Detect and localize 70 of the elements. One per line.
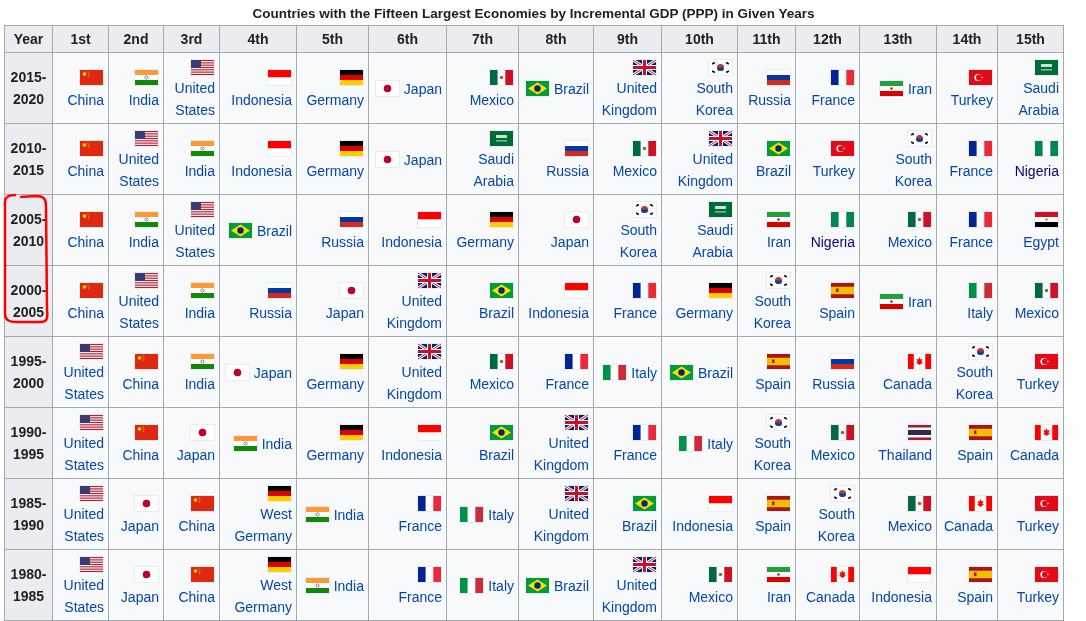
- country-link[interactable]: India: [184, 372, 215, 395]
- column-header: 13th: [859, 25, 937, 53]
- column-header: 2nd: [108, 25, 164, 53]
- country-link[interactable]: India: [128, 230, 159, 253]
- year-cell: 2010-2015: [4, 123, 53, 195]
- country-link[interactable]: France: [545, 372, 589, 395]
- country-link[interactable]: France: [398, 514, 442, 537]
- column-header: 10th: [661, 25, 738, 53]
- country-link[interactable]: Brazil: [479, 443, 514, 466]
- country-link[interactable]: Mexico: [469, 372, 514, 395]
- year-cell: 1995-2000: [4, 336, 53, 408]
- column-header: 6th: [368, 25, 447, 53]
- country-link[interactable]: Japan: [325, 301, 364, 324]
- country-link[interactable]: Russia: [321, 230, 364, 253]
- country-link[interactable]: Brazil: [756, 159, 791, 182]
- column-header: 3rd: [163, 25, 220, 53]
- country-link[interactable]: Spain: [957, 585, 993, 608]
- country-link[interactable]: Mexico: [688, 585, 733, 608]
- country-link[interactable]: Japan: [403, 148, 442, 171]
- country-link[interactable]: Italy: [488, 503, 514, 526]
- column-header: 11th: [737, 25, 796, 53]
- year-cell: 1985-1990: [4, 478, 53, 550]
- column-header: 4th: [219, 25, 297, 53]
- country-link[interactable]: Brazil: [698, 361, 733, 384]
- country-link[interactable]: India: [184, 159, 215, 182]
- country-link[interactable]: India: [128, 88, 159, 111]
- country-link[interactable]: Japan: [403, 77, 442, 100]
- column-header: 15th: [997, 25, 1064, 53]
- country-link[interactable]: Spain: [819, 301, 855, 324]
- table-caption: Countries with the Fifteen Largest Economies by Incremental GDP (PPP) in Given Years: [252, 6, 815, 21]
- country-link[interactable]: Iran: [766, 585, 791, 608]
- country-link[interactable]: Italy: [707, 432, 733, 455]
- country-link[interactable]: India: [184, 301, 215, 324]
- country-link[interactable]: Russia: [249, 301, 292, 324]
- column-header: 12th: [795, 25, 860, 53]
- country-link[interactable]: Mexico: [469, 88, 514, 111]
- country-link[interactable]: Brazil: [257, 219, 292, 242]
- country-link[interactable]: Brazil: [622, 514, 657, 537]
- column-header: 7th: [446, 25, 519, 53]
- column-header: 1st: [52, 25, 109, 53]
- country-link[interactable]: Brazil: [554, 77, 589, 100]
- country-link[interactable]: Mexico: [887, 514, 932, 537]
- country-link[interactable]: India: [333, 503, 364, 526]
- country-link[interactable]: Egypt: [1023, 230, 1059, 253]
- year-cell: 1980-1985: [4, 549, 53, 621]
- country-link[interactable]: India: [261, 432, 292, 455]
- country-link[interactable]: Italy: [488, 574, 514, 597]
- country-link[interactable]: Japan: [253, 361, 292, 384]
- column-header: 5th: [296, 25, 369, 53]
- country-link[interactable]: Spain: [957, 443, 993, 466]
- year-cell: 1990-1995: [4, 407, 53, 479]
- country-link[interactable]: Iran: [766, 230, 791, 253]
- column-header: 9th: [593, 25, 662, 53]
- country-link[interactable]: Russia: [546, 159, 589, 182]
- year-cell: 2015-2020: [4, 52, 53, 124]
- country-link[interactable]: Spain: [755, 372, 791, 395]
- country-link[interactable]: Iran: [907, 77, 932, 100]
- country-link[interactable]: Iran: [907, 290, 932, 313]
- column-header: 8th: [518, 25, 594, 53]
- country-link[interactable]: Italy: [631, 361, 657, 384]
- country-link[interactable]: Mexico: [887, 230, 932, 253]
- country-link[interactable]: France: [398, 585, 442, 608]
- column-header: Year: [4, 25, 53, 53]
- column-header: 14th: [936, 25, 998, 53]
- country-link[interactable]: Brazil: [554, 574, 589, 597]
- country-link[interactable]: Brazil: [479, 301, 514, 324]
- country-link[interactable]: Japan: [550, 230, 589, 253]
- country-link[interactable]: Italy: [967, 301, 993, 324]
- country-link[interactable]: Spain: [755, 514, 791, 537]
- country-link[interactable]: India: [333, 574, 364, 597]
